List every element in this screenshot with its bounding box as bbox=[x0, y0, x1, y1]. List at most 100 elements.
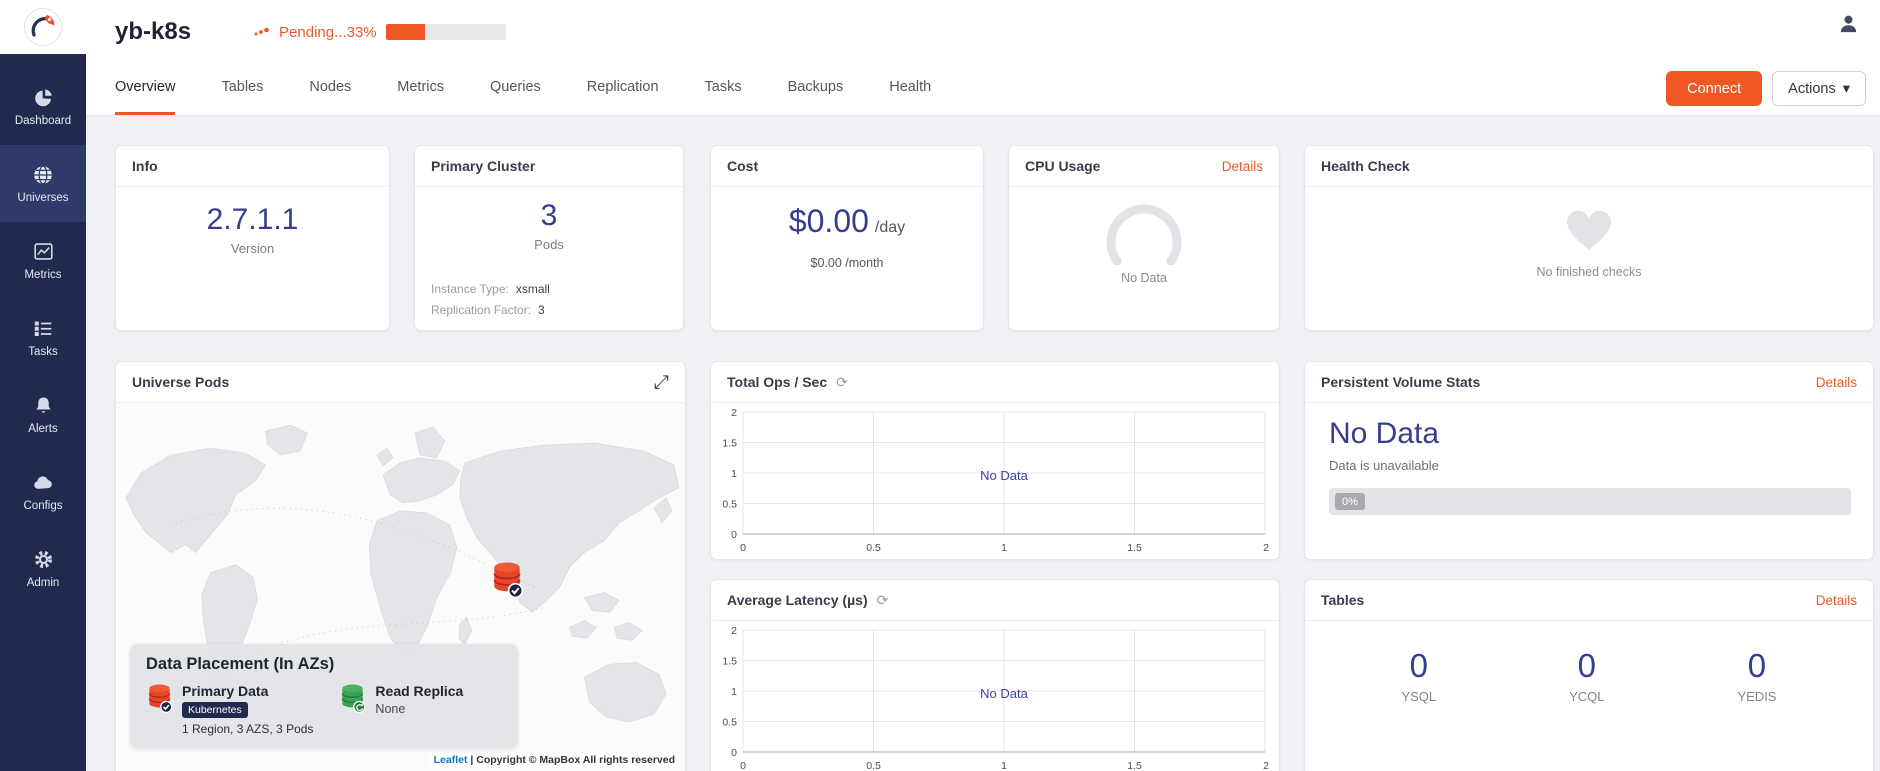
read-replica-value: None bbox=[375, 702, 463, 716]
refresh-icon[interactable]: ⟳ bbox=[877, 592, 889, 609]
sidebar-item-alerts[interactable]: Alerts bbox=[0, 376, 86, 453]
sidebar-item-metrics[interactable]: Metrics bbox=[0, 222, 86, 299]
card-title: Average Latency (µs) bbox=[727, 592, 868, 608]
user-icon bbox=[1837, 12, 1860, 35]
cost-daily-unit: /day bbox=[875, 219, 905, 237]
universes-icon bbox=[32, 164, 54, 186]
svg-text:1: 1 bbox=[1001, 760, 1007, 771]
connect-button[interactable]: Connect bbox=[1666, 71, 1762, 106]
map-attribution: Leaflet | Copyright © MapBox All rights … bbox=[430, 753, 679, 767]
card-title: Persistent Volume Stats bbox=[1321, 374, 1480, 390]
refresh-icon[interactable]: ⟳ bbox=[836, 374, 848, 391]
sidebar-nav: Dashboard Universes Metrics Tasks Alerts bbox=[0, 54, 86, 607]
cpu-usage-card: CPU Usage Details No Data bbox=[1008, 145, 1280, 331]
chart-no-data-label: No Data bbox=[980, 686, 1028, 701]
sidebar-item-label: Dashboard bbox=[15, 115, 71, 127]
primary-data-block: Primary Data Kubernetes 1 Region, 3 AZS,… bbox=[146, 683, 313, 736]
pods-count: 3 bbox=[541, 199, 558, 234]
app-logo[interactable] bbox=[0, 0, 86, 54]
cpu-empty-label: No Data bbox=[1121, 271, 1167, 285]
ycql-stat: 0 YCQL bbox=[1569, 647, 1604, 704]
svg-text:1: 1 bbox=[731, 468, 737, 480]
card-title: Cost bbox=[727, 158, 758, 174]
dashboard-icon bbox=[32, 87, 54, 109]
universe-pods-card: Universe Pods ⤢ bbox=[115, 361, 686, 771]
sidebar-item-dashboard[interactable]: Dashboard bbox=[0, 68, 86, 145]
chart-no-data-label: No Data bbox=[980, 468, 1028, 483]
tab-queries[interactable]: Queries bbox=[490, 63, 541, 115]
pending-label: Pending...33% bbox=[279, 24, 377, 41]
sidebar-item-label: Alerts bbox=[28, 423, 57, 435]
chevron-down-icon: ▾ bbox=[1843, 81, 1850, 97]
svg-text:2: 2 bbox=[731, 408, 737, 419]
pvs-usage-bar: 0% bbox=[1329, 488, 1851, 515]
info-card: Info 2.7.1.1 Version bbox=[115, 145, 390, 331]
tab-tables[interactable]: Tables bbox=[221, 63, 263, 115]
svg-text:1: 1 bbox=[731, 686, 737, 698]
universe-title: yb-k8s bbox=[115, 18, 191, 46]
svg-text:1.5: 1.5 bbox=[1127, 542, 1142, 554]
tab-overview[interactable]: Overview bbox=[115, 63, 175, 115]
svg-text:0.5: 0.5 bbox=[866, 542, 881, 554]
total-ops-chart: 2 1.5 1 0.5 0 0 0.5 1 1.5 2 No Data bbox=[719, 408, 1273, 560]
card-title: Total Ops / Sec bbox=[727, 374, 827, 390]
svg-text:1.5: 1.5 bbox=[1127, 760, 1142, 771]
svg-text:2: 2 bbox=[731, 626, 737, 637]
svg-text:0: 0 bbox=[731, 529, 737, 541]
actions-dropdown-button[interactable]: Actions ▾ bbox=[1772, 71, 1866, 106]
yedis-stat: 0 YEDIS bbox=[1737, 647, 1776, 704]
svg-text:0.5: 0.5 bbox=[866, 760, 881, 771]
sidebar: Dashboard Universes Metrics Tasks Alerts bbox=[0, 0, 86, 771]
card-title: Tables bbox=[1321, 592, 1364, 608]
sidebar-item-label: Metrics bbox=[24, 269, 61, 281]
replica-database-icon bbox=[339, 683, 366, 714]
svg-text:1.5: 1.5 bbox=[722, 656, 737, 668]
yugabyte-logo-icon bbox=[23, 7, 63, 47]
pvs-no-data-label: No Data bbox=[1329, 417, 1439, 451]
sidebar-item-label: Configs bbox=[24, 500, 63, 512]
pvs-unavailable-label: Data is unavailable bbox=[1329, 458, 1439, 473]
tab-tasks[interactable]: Tasks bbox=[705, 63, 742, 115]
svg-text:0: 0 bbox=[740, 760, 746, 771]
map-copyright: | Copyright © MapBox All rights reserved bbox=[470, 754, 675, 766]
avg-latency-chart: 2 1.5 1 0.5 0 0 0.5 1 1.5 2 No Data bbox=[719, 626, 1273, 771]
tables-details-link[interactable]: Details bbox=[1816, 593, 1857, 608]
ysql-stat: 0 YSQL bbox=[1401, 647, 1436, 704]
cost-daily-value: $0.00 bbox=[789, 203, 869, 240]
svg-text:1.5: 1.5 bbox=[722, 438, 737, 450]
pods-map-marker[interactable] bbox=[490, 561, 524, 604]
card-title: Primary Cluster bbox=[431, 158, 535, 174]
pvs-percent-chip: 0% bbox=[1335, 493, 1365, 510]
primary-data-info: 1 Region, 3 AZS, 3 Pods bbox=[182, 722, 313, 736]
read-replica-block: Read Replica None bbox=[339, 683, 463, 736]
expand-icon[interactable]: ⤢ bbox=[654, 373, 669, 392]
sidebar-item-configs[interactable]: Configs bbox=[0, 453, 86, 530]
tab-backups[interactable]: Backups bbox=[788, 63, 844, 115]
sidebar-item-admin[interactable]: Admin bbox=[0, 530, 86, 607]
card-title: Info bbox=[132, 158, 158, 174]
placement-title: Data Placement (In AZs) bbox=[146, 655, 502, 674]
alerts-icon bbox=[32, 395, 54, 417]
user-menu-button[interactable] bbox=[1837, 12, 1860, 40]
cpu-details-link[interactable]: Details bbox=[1222, 159, 1263, 174]
sidebar-item-tasks[interactable]: Tasks bbox=[0, 299, 86, 376]
tab-metrics[interactable]: Metrics bbox=[397, 63, 444, 115]
instance-type-row: Instance Type:xsmall bbox=[431, 282, 667, 296]
pending-progress-fill bbox=[386, 24, 426, 40]
cost-monthly-value: $0.00 /month bbox=[811, 256, 884, 270]
pending-task-indicator[interactable]: Pending...33% bbox=[253, 24, 506, 41]
tab-nodes[interactable]: Nodes bbox=[309, 63, 351, 115]
universe-tabs: Overview Tables Nodes Metrics Queries Re… bbox=[115, 63, 977, 115]
heart-icon bbox=[1563, 207, 1615, 253]
tab-replication[interactable]: Replication bbox=[587, 63, 659, 115]
sidebar-item-label: Admin bbox=[27, 577, 60, 589]
leaflet-link[interactable]: Leaflet bbox=[434, 754, 468, 766]
topbar: yb-k8s Pending...33% Overview Tables Nod… bbox=[86, 0, 1880, 116]
primary-cluster-card: Primary Cluster 3 Pods Instance Type:xsm… bbox=[414, 145, 684, 331]
avg-latency-card: Average Latency (µs) ⟳ 2 1.5 1 0.5 0 bbox=[710, 579, 1280, 771]
pvs-details-link[interactable]: Details bbox=[1816, 375, 1857, 390]
tab-health[interactable]: Health bbox=[889, 63, 931, 115]
sidebar-item-universes[interactable]: Universes bbox=[0, 145, 86, 222]
read-replica-label: Read Replica bbox=[375, 683, 463, 699]
svg-text:0: 0 bbox=[731, 747, 737, 759]
